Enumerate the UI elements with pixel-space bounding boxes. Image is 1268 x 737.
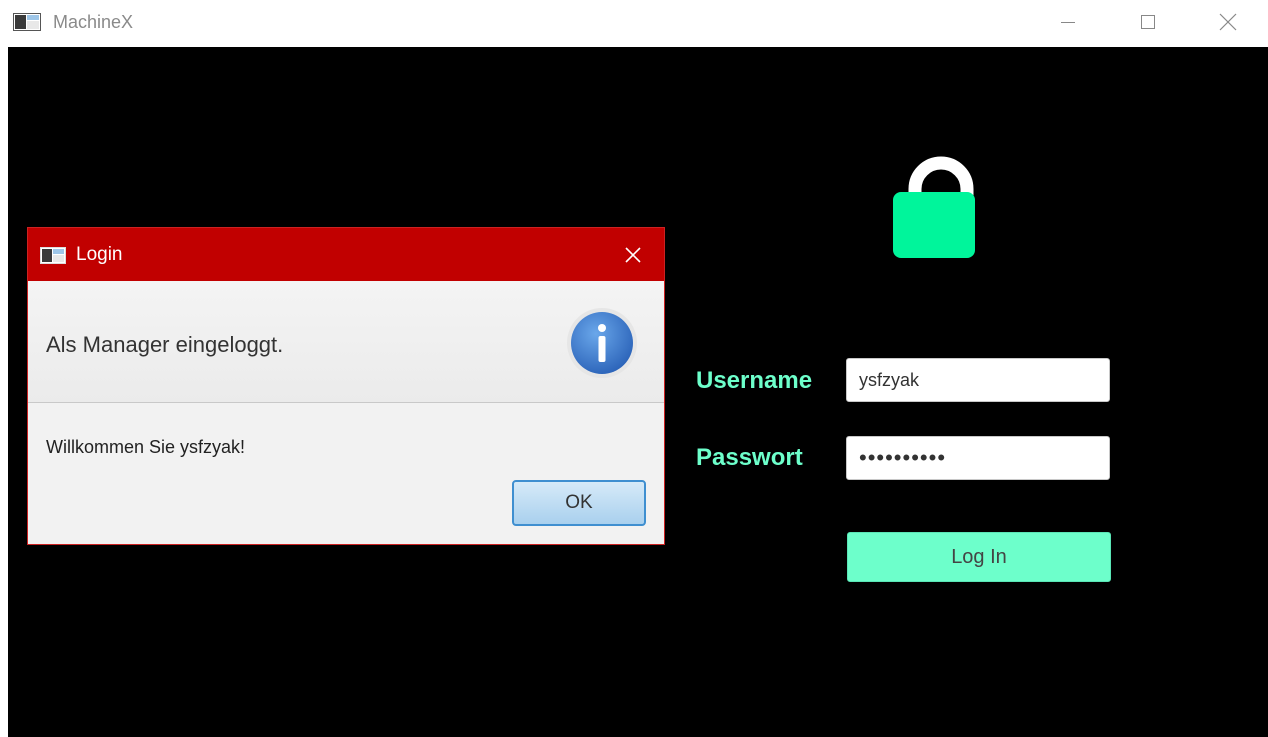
maximize-button[interactable] [1120, 0, 1176, 44]
maximize-icon [1141, 15, 1155, 29]
minimize-icon [1061, 22, 1075, 23]
dialog-app-icon [40, 247, 66, 264]
app-icon [13, 13, 41, 31]
username-label: Username [696, 367, 813, 394]
login-button[interactable]: Log In [847, 532, 1111, 582]
ok-button[interactable]: OK [512, 480, 646, 526]
lock-icon [893, 156, 975, 258]
dialog-header-text: Als Manager eingeloggt. [46, 332, 284, 357]
info-icon [567, 308, 637, 378]
dialog-header: Als Manager eingeloggt. [28, 281, 664, 403]
close-icon [1219, 13, 1237, 31]
window-titlebar: MachineX [0, 0, 1268, 46]
login-dialog: Login Als Manager eingeloggt. Willkommen… [27, 227, 665, 545]
password-label: Passwort [696, 444, 803, 471]
dialog-message: Willkommen Sie ysfzyak! [46, 437, 246, 457]
app-window: MachineX Username Passwort •••••••••• [0, 0, 1268, 737]
window-close-button[interactable] [1200, 0, 1256, 44]
dialog-titlebar: Login [28, 228, 664, 281]
close-icon [625, 247, 641, 263]
password-input[interactable]: •••••••••• [846, 436, 1110, 480]
username-input[interactable] [846, 358, 1110, 402]
minimize-button[interactable] [1040, 0, 1096, 44]
dialog-close-button[interactable] [618, 240, 648, 270]
window-title: MachineX [53, 12, 134, 32]
dialog-title: Login [76, 244, 123, 265]
